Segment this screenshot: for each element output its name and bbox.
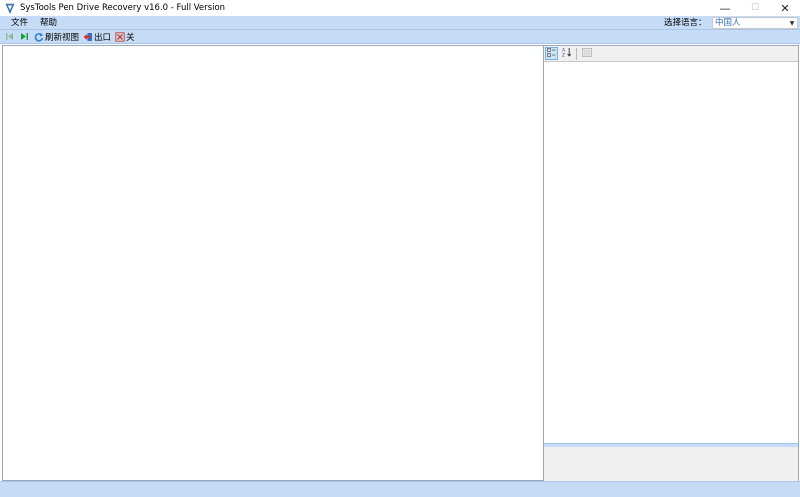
maximize-button[interactable]: ☐ — [740, 0, 770, 16]
chevron-down-icon[interactable]: ▼ — [787, 18, 797, 28]
export-label: 出口 — [94, 32, 112, 43]
window-controls: — ☐ ✕ — [710, 0, 800, 16]
toolbar: 刷新视图 出口 关 — [0, 30, 800, 44]
language-select[interactable]: 中国人 ▼ — [712, 17, 798, 29]
toolbar-separator — [576, 47, 577, 60]
close-button[interactable]: 关 — [115, 31, 135, 43]
property-panel: AZ — [544, 45, 799, 481]
window-title: SysTools Pen Drive Recovery v16.0 - Full… — [20, 3, 226, 13]
sort-alphabetical-button[interactable]: AZ — [560, 47, 573, 60]
main-view-pane[interactable] — [2, 45, 544, 481]
export-icon — [83, 32, 93, 42]
sort-alphabetical-icon: AZ — [562, 47, 572, 60]
next-page-button[interactable] — [19, 31, 30, 43]
refresh-icon — [34, 32, 44, 42]
property-grid[interactable] — [544, 62, 798, 443]
menu-help[interactable]: 帮助 — [34, 16, 63, 30]
shield-icon — [3, 1, 17, 15]
property-pages-button[interactable] — [580, 47, 593, 60]
categorized-view-icon — [547, 47, 556, 60]
property-pages-icon — [581, 47, 592, 60]
categorized-view-button[interactable] — [545, 47, 558, 60]
close-icon — [115, 31, 125, 42]
close-label: 关 — [126, 32, 135, 43]
svg-text:Z: Z — [562, 53, 565, 58]
next-page-icon — [19, 32, 29, 42]
title-bar: SysTools Pen Drive Recovery v16.0 - Full… — [0, 0, 800, 16]
refresh-view-label: 刷新视图 — [45, 32, 80, 43]
minimize-button[interactable]: — — [710, 0, 740, 16]
menu-bar: 文件 帮助 选择语言： 中国人 ▼ — [0, 16, 800, 30]
property-toolbar: AZ — [544, 46, 798, 62]
export-button[interactable]: 出口 — [83, 31, 111, 43]
close-window-button[interactable]: ✕ — [770, 0, 800, 16]
status-bar — [0, 481, 800, 497]
first-page-button[interactable] — [4, 31, 15, 43]
property-description — [544, 447, 798, 481]
language-label: 选择语言： — [664, 18, 707, 28]
first-page-icon — [4, 32, 14, 42]
menu-file[interactable]: 文件 — [5, 16, 34, 30]
refresh-view-button[interactable]: 刷新视图 — [34, 31, 79, 43]
language-value: 中国人 — [715, 18, 741, 28]
